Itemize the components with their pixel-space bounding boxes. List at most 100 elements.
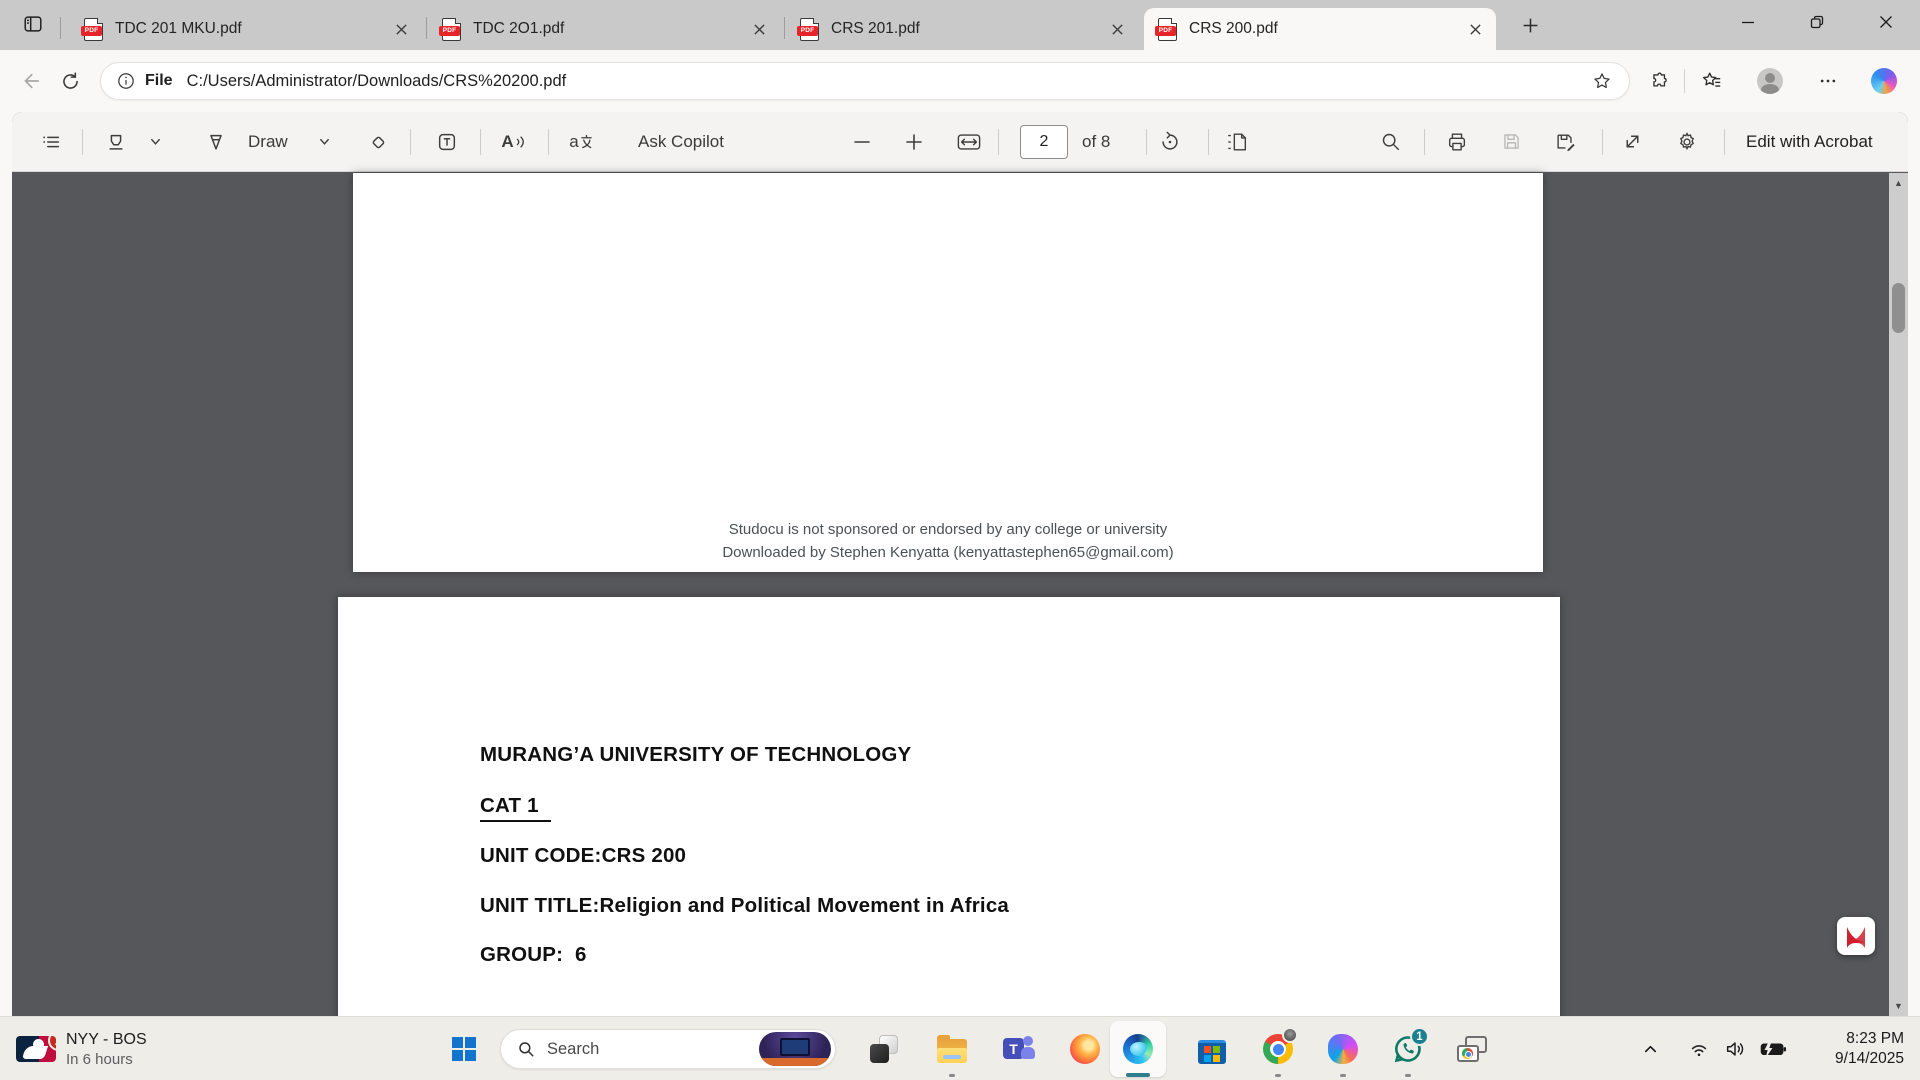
widget-title: NYY - BOS xyxy=(66,1030,147,1050)
url-text[interactable]: C:/Users/Administrator/Downloads/CRS%202… xyxy=(187,72,1585,91)
read-aloud-icon[interactable]: A xyxy=(495,123,533,161)
page-view-icon[interactable] xyxy=(1219,123,1257,161)
tab-label: CRS 200.pdf xyxy=(1189,20,1462,38)
file-explorer-icon[interactable] xyxy=(928,1025,976,1073)
address-row: File C:/Users/Administrator/Downloads/CR… xyxy=(0,50,1920,112)
eraser-icon[interactable] xyxy=(359,123,397,161)
tab-close-icon[interactable] xyxy=(1104,16,1130,42)
toolbar-divider xyxy=(548,129,549,155)
tab-actions-menu-button[interactable] xyxy=(14,9,52,41)
avatar xyxy=(1757,68,1783,94)
highlighter-icon[interactable] xyxy=(97,123,135,161)
widgets-button[interactable]: 2 NYY - BOS In 6 hours xyxy=(6,1023,157,1075)
pdf-content-area[interactable]: Studocu is not sponsored or endorsed by … xyxy=(12,173,1908,1016)
start-button[interactable] xyxy=(440,1025,488,1073)
bookmark-star-icon[interactable] xyxy=(1585,64,1619,98)
tab-divider xyxy=(426,17,427,39)
address-bar[interactable]: File C:/Users/Administrator/Downloads/CR… xyxy=(100,62,1630,100)
folder-glyph xyxy=(937,1039,967,1063)
remote-desktop-icon[interactable] xyxy=(1448,1025,1496,1073)
page-number-input[interactable] xyxy=(1020,125,1068,159)
tab-close-icon[interactable] xyxy=(388,16,414,42)
copilot-icon[interactable] xyxy=(1866,63,1902,99)
toolbar-divider xyxy=(1724,129,1725,155)
acrobat-button[interactable] xyxy=(1837,917,1875,955)
chrome-icon[interactable] xyxy=(1254,1025,1302,1073)
minimize-button[interactable] xyxy=(1717,0,1779,44)
extensions-icon[interactable] xyxy=(1642,63,1678,99)
volume-icon[interactable] xyxy=(1718,1027,1752,1071)
microsoft-store-icon[interactable] xyxy=(1188,1025,1236,1073)
pdf-file-icon: PDF xyxy=(800,18,819,41)
print-icon[interactable] xyxy=(1438,123,1476,161)
info-icon[interactable] xyxy=(117,72,135,90)
chrome-profile-avatar xyxy=(1282,1027,1298,1043)
ask-copilot-button[interactable]: Ask Copilot xyxy=(638,132,724,152)
task-view-icon[interactable] xyxy=(860,1025,908,1073)
zoom-in-icon[interactable] xyxy=(895,123,933,161)
pdf-page-1: Studocu is not sponsored or endorsed by … xyxy=(353,173,1543,572)
tab-label: TDC 2O1.pdf xyxy=(473,20,746,38)
vertical-scrollbar[interactable]: ▲ ▼ xyxy=(1889,173,1908,1016)
save-icon[interactable] xyxy=(1492,123,1530,161)
clock[interactable]: 8:23 PM 9/14/2025 xyxy=(1800,1027,1908,1071)
copilot-logo xyxy=(1871,68,1897,94)
tab-close-icon[interactable] xyxy=(746,16,772,42)
scroll-up-icon[interactable]: ▲ xyxy=(1889,173,1908,193)
back-button[interactable] xyxy=(12,63,48,99)
settings-gear-icon[interactable] xyxy=(1668,123,1706,161)
doc-university-title: MURANG’A UNIVERSITY OF TECHNOLOGY xyxy=(480,743,911,767)
teams-icon[interactable]: T xyxy=(994,1025,1042,1073)
rotate-icon[interactable] xyxy=(1151,123,1189,161)
pdf-file-icon: PDF xyxy=(84,18,103,41)
chevron-down-icon[interactable] xyxy=(142,123,168,161)
taskbar-search-box[interactable]: Search xyxy=(500,1029,836,1069)
tab-crs-200-active[interactable]: PDF CRS 200.pdf xyxy=(1144,8,1496,50)
toolbar-divider xyxy=(410,129,411,155)
new-tab-button[interactable] xyxy=(1512,11,1548,39)
wifi-icon[interactable] xyxy=(1682,1027,1716,1071)
table-of-contents-icon[interactable] xyxy=(32,123,70,161)
copilot-glyph xyxy=(1328,1034,1358,1064)
whatsapp-icon[interactable]: 1 xyxy=(1384,1025,1432,1073)
teams-glyph: T xyxy=(1003,1034,1033,1064)
save-as-icon[interactable] xyxy=(1546,123,1584,161)
translate-icon[interactable]: a xyxy=(562,123,600,161)
scrollbar-thumb[interactable] xyxy=(1892,283,1905,333)
studocu-disclaimer: Studocu is not sponsored or endorsed by … xyxy=(353,521,1543,538)
favorites-icon[interactable] xyxy=(1694,63,1730,99)
zoom-out-icon[interactable] xyxy=(843,123,881,161)
tab-close-icon[interactable] xyxy=(1462,16,1488,42)
close-window-button[interactable] xyxy=(1855,0,1917,44)
edge-icon-active[interactable] xyxy=(1110,1021,1166,1077)
doc-cat-heading: CAT 1 xyxy=(480,794,551,822)
tab-divider xyxy=(60,17,61,39)
scroll-down-icon[interactable]: ▼ xyxy=(1889,996,1908,1016)
search-highlight-image xyxy=(759,1032,831,1066)
chevron-down-icon[interactable] xyxy=(311,123,337,161)
add-text-icon[interactable] xyxy=(428,123,466,161)
toolbar-divider xyxy=(82,129,83,155)
firefox-icon[interactable] xyxy=(1061,1025,1109,1073)
edit-with-acrobat-button[interactable]: Edit with Acrobat xyxy=(1746,132,1873,152)
draw-pen-icon[interactable] xyxy=(197,123,235,161)
fullscreen-icon[interactable] xyxy=(1613,123,1651,161)
tab-tdc-2o1[interactable]: PDF TDC 2O1.pdf xyxy=(428,8,780,50)
tab-tdc-201-mku[interactable]: PDF TDC 201 MKU.pdf xyxy=(70,8,422,50)
search-icon[interactable] xyxy=(1371,123,1409,161)
widget-subtitle: In 6 hours xyxy=(66,1050,147,1069)
task-view-glyph xyxy=(870,1035,898,1063)
fit-to-width-icon[interactable] xyxy=(950,123,988,161)
refresh-button[interactable] xyxy=(52,63,88,99)
running-indicator xyxy=(1405,1074,1411,1077)
tray-chevron-up-icon[interactable] xyxy=(1632,1027,1668,1071)
draw-label[interactable]: Draw xyxy=(248,132,288,152)
battery-charging-icon[interactable] xyxy=(1754,1027,1792,1071)
more-options-icon[interactable] xyxy=(1810,63,1846,99)
toolbar-divider xyxy=(1424,129,1425,155)
tab-label: TDC 201 MKU.pdf xyxy=(115,20,388,38)
tab-crs-201[interactable]: PDF CRS 201.pdf xyxy=(786,8,1138,50)
restore-button[interactable] xyxy=(1786,0,1848,44)
copilot-taskbar-icon[interactable] xyxy=(1319,1025,1367,1073)
profile-avatar[interactable] xyxy=(1752,63,1788,99)
